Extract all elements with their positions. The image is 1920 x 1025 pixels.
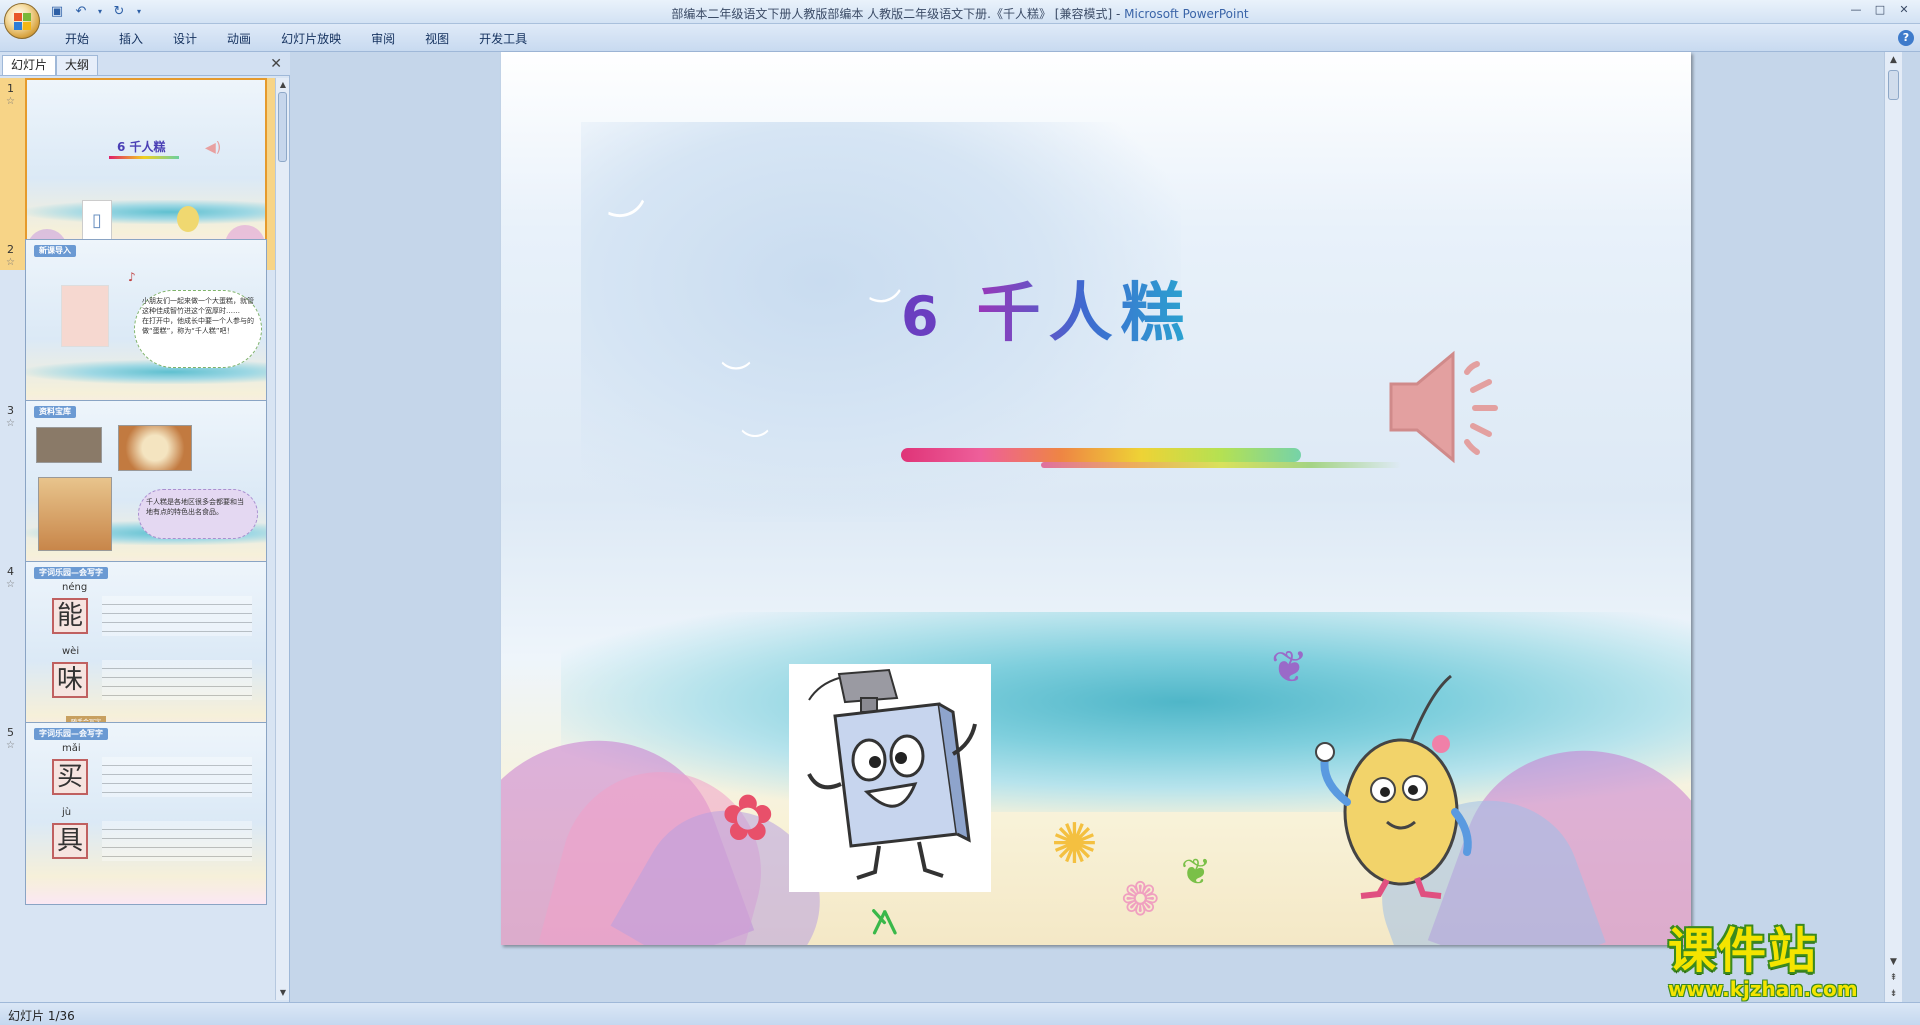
sun-flower-icon: ✺	[1051, 812, 1098, 877]
thumbnail-title: 6 千人糕	[117, 140, 166, 154]
rainbow-brush-stroke	[1041, 462, 1401, 468]
thumbnail-header: 新课导入	[34, 245, 76, 257]
tab-animation[interactable]: 动画	[212, 29, 266, 49]
thumbnail-header: 字词乐园—会写字	[34, 567, 108, 579]
animation-star-icon: ☆	[6, 579, 15, 590]
character-box: 具	[52, 823, 88, 859]
close-pane-icon[interactable]: ✕	[270, 56, 282, 72]
rainbow-brush-stroke	[901, 448, 1301, 462]
watermark-url: www.kjzhan.com	[1668, 977, 1858, 1001]
ribbon-tabs: 开始 插入 设计 动画 幻灯片放映 审阅 视图 开发工具 ?	[0, 24, 1920, 52]
window-controls: — □ ✕	[1846, 2, 1914, 18]
scroll-up-icon[interactable]: ▲	[1885, 52, 1902, 68]
speaker-icon[interactable]	[1381, 342, 1511, 472]
apple-character-icon	[61, 285, 109, 347]
animation-star-icon: ☆	[6, 257, 15, 268]
book-character-icon: ▯	[82, 200, 112, 240]
slide-title[interactable]: 6 千人糕	[901, 262, 1193, 354]
scroll-up-icon[interactable]: ▲	[276, 78, 290, 92]
pinyin-label: mǎi	[62, 743, 81, 754]
office-logo-icon	[14, 13, 31, 30]
slide-indicator: 幻灯片 1/36	[8, 1009, 75, 1023]
tab-home[interactable]: 开始	[50, 29, 104, 49]
cake-photo-3	[38, 477, 112, 551]
tab-developer[interactable]: 开发工具	[464, 29, 542, 49]
cake-photo-1	[36, 427, 102, 463]
lesson-title: 千人糕	[976, 277, 1193, 351]
tab-outline[interactable]: 大纲	[56, 55, 99, 75]
thumbnail-list: 1 ☆ 6 千人糕 ◀) ▯ 2 ☆ 新课导入 ♪ 小朋友们一起来做一个大蛋糕，…	[0, 78, 276, 1000]
character-box: 买	[52, 759, 88, 795]
pinyin-label: néng	[62, 582, 88, 593]
potato-character-icon	[1315, 674, 1472, 899]
window-title: 部编本二年级语文下册人教版部编本 人教版二年级语文下册.《千人糕》 [兼容模式]…	[0, 5, 1920, 22]
speaker-icon: ◀)	[205, 140, 222, 156]
book-character-icon	[807, 668, 977, 880]
current-slide[interactable]: ︶ ︶ ︶ ︶ 6 千人糕 ᭶ ✿ ✺ ❁ ❦ ❦	[501, 52, 1691, 945]
flower-icon: ✿	[721, 782, 775, 856]
tab-slideshow[interactable]: 幻灯片放映	[266, 29, 356, 49]
animation-star-icon: ☆	[6, 418, 15, 429]
character-box: 味	[52, 662, 88, 698]
thumbnail-number: 4	[7, 565, 14, 578]
potato-character-icon	[177, 206, 199, 232]
thumbnail-number: 5	[7, 726, 14, 739]
minimize-icon[interactable]: —	[1846, 2, 1866, 18]
thumbnail-scrollbar[interactable]: ▲ ▼	[275, 78, 289, 1000]
thumbnail-header: 资料宝库	[34, 406, 76, 418]
thumbnail-number: 1	[7, 82, 14, 95]
office-button[interactable]	[4, 3, 40, 39]
watermark-text: 课件站	[1668, 923, 1819, 979]
scroll-down-icon[interactable]: ▼	[276, 986, 290, 1000]
music-note-icon: ♪	[128, 270, 136, 284]
thumbnail-image: 字词乐园—会写字 mǎi 买 jù 具	[25, 722, 267, 905]
close-icon[interactable]: ✕	[1894, 2, 1914, 18]
thumbnail-image: 资料宝库 千人糕是各地区很多会都要和当地有点的特色出名食品。	[25, 400, 267, 583]
slides-pane: 幻灯片 大纲 ✕ 1 ☆ 6 千人糕 ◀) ▯ 2 ☆ 新课导入 ♪ 小朋友们一…	[0, 52, 290, 1002]
help-icon[interactable]: ?	[1898, 30, 1914, 46]
scrollbar-thumb[interactable]	[1888, 70, 1899, 100]
character-box: 能	[52, 598, 88, 634]
tab-view[interactable]: 视图	[410, 29, 464, 49]
tab-review[interactable]: 审阅	[356, 29, 410, 49]
thumbnail-header: 字词乐园—会写字	[34, 728, 108, 740]
book-character-image[interactable]	[789, 664, 991, 892]
thumbnail-number: 3	[7, 404, 14, 417]
thumbnail-number: 2	[7, 243, 14, 256]
seagull-icon: ︶	[741, 427, 770, 460]
slide-editor: ︶ ︶ ︶ ︶ 6 千人糕 ᭶ ✿ ✺ ❁ ❦ ❦ ▲ ▼ ⇞ ⇟	[291, 52, 1902, 1002]
app-name: Microsoft PowerPoint	[1124, 7, 1249, 21]
cake-photo-2	[118, 425, 192, 471]
site-watermark: 课件站 www.kjzhan.com	[1668, 924, 1900, 1004]
seagull-icon: ︶	[721, 360, 751, 395]
title-bar: ▣ ↶ ▾ ↻ ▾ 部编本二年级语文下册人教版部编本 人教版二年级语文下册.《千…	[0, 0, 1920, 39]
thumbnail-image: 字词乐园—会写字 néng 能 wèi 味 随手会写字	[25, 561, 267, 744]
pane-tabs: 幻灯片 大纲 ✕	[0, 52, 290, 76]
pink-flower-icon: ❁	[1121, 872, 1160, 926]
pinyin-label: wèi	[62, 646, 80, 657]
thumbnail-image: 新课导入 ♪ 小朋友们一起来做一个大蛋糕，就管这种佳成智竹进这个宽厚时…… 在打…	[25, 239, 267, 422]
document-title: 部编本二年级语文下册人教版部编本 人教版二年级语文下册.《千人糕》 [兼容模式]	[671, 7, 1113, 21]
tab-design[interactable]: 设计	[158, 29, 212, 49]
lesson-number: 6	[901, 285, 947, 348]
thumbnail-bubble: 千人糕是各地区很多会都要和当地有点的特色出名食品。	[146, 498, 244, 516]
thumbnail-image: 6 千人糕 ◀) ▯	[25, 78, 267, 261]
rainbow-line	[109, 156, 179, 159]
thumbnail-bubble: 小朋友们一起来做一个大蛋糕，就管这种佳成智竹进这个宽厚时…… 在打开中，他成长中…	[142, 297, 254, 335]
slide-scrollbar[interactable]: ▲ ▼ ⇞ ⇟	[1884, 52, 1902, 1002]
pinyin-label: jù	[62, 807, 72, 818]
sprout-icon: ❦	[1181, 852, 1212, 893]
scrollbar-thumb[interactable]	[278, 92, 287, 162]
grass-icon: ᭶	[871, 894, 900, 945]
maximize-icon[interactable]: □	[1870, 2, 1890, 18]
animation-star-icon: ☆	[6, 740, 15, 751]
title-separator: -	[1115, 7, 1125, 21]
tab-insert[interactable]: 插入	[104, 29, 158, 49]
animation-star-icon: ☆	[6, 96, 15, 107]
status-bar: 幻灯片 1/36	[0, 1002, 1920, 1025]
tab-slides[interactable]: 幻灯片	[2, 55, 57, 75]
thumbnail-slide-5[interactable]: 5 ☆ 字词乐园—会写字 mǎi 买 jù 具	[0, 722, 276, 914]
